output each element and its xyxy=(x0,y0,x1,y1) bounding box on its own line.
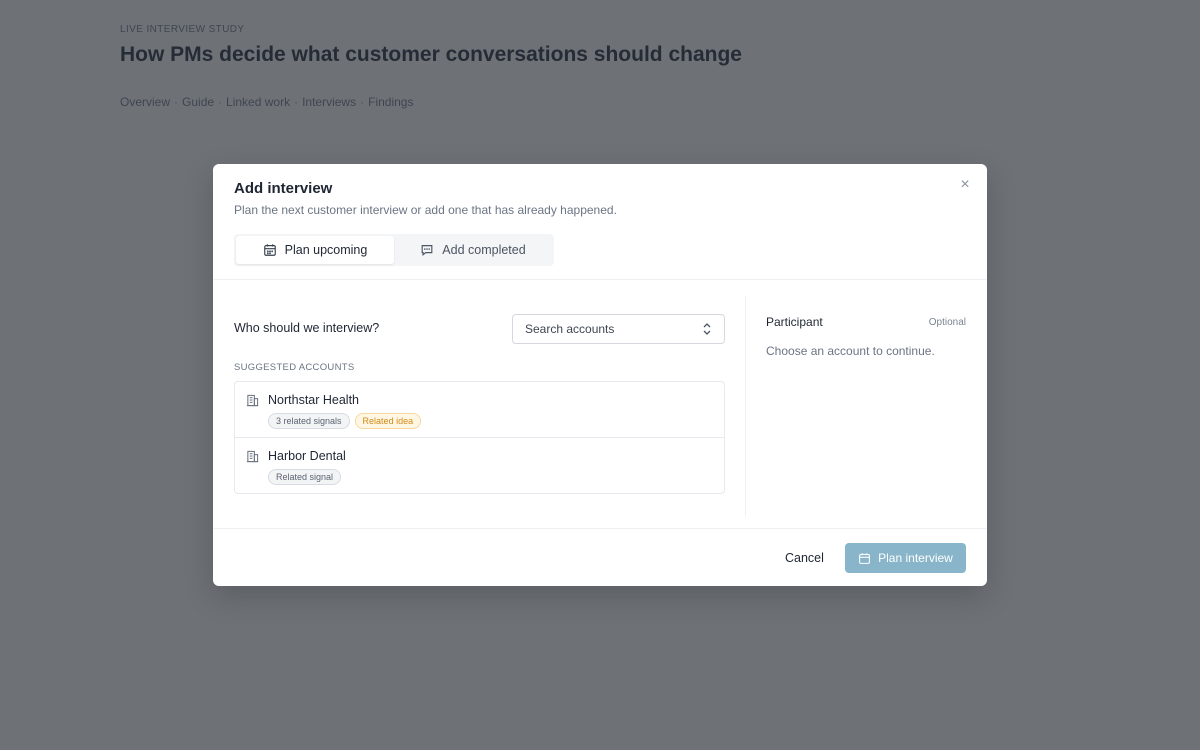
nav-item-linked-work[interactable]: Linked work xyxy=(226,95,290,109)
dialog-header: Add interview Plan the next customer int… xyxy=(213,164,987,280)
tab-label: Plan upcoming xyxy=(284,243,368,257)
cancel-button[interactable]: Cancel xyxy=(785,543,824,573)
search-accounts-select[interactable]: Search accounts xyxy=(512,314,725,344)
related-signal-badge: Related signal xyxy=(268,469,342,485)
nav-separator: · xyxy=(294,95,299,109)
account-item-harbor-dental[interactable]: Harbor Dental Related signal xyxy=(235,438,724,494)
nav-item-overview[interactable]: Overview xyxy=(120,95,170,109)
participant-hint: Choose an account to continue. xyxy=(766,344,935,358)
nav-separator: · xyxy=(218,95,223,109)
nav-item-interviews[interactable]: Interviews xyxy=(302,95,356,109)
study-nav: Overview · Guide · Linked work · Intervi… xyxy=(120,95,413,109)
chevron-up-down-icon xyxy=(703,323,711,335)
interview-question: Who should we interview? xyxy=(234,321,380,335)
account-badges: Related signal xyxy=(268,469,342,485)
account-picker: Who should we interview? Search accounts… xyxy=(234,281,725,516)
mode-tabs: Plan upcoming Add completed xyxy=(234,234,554,266)
account-item-northstar-health[interactable]: Northstar Health 3 related signals Relat… xyxy=(235,382,724,438)
plan-interview-button[interactable]: Plan interview xyxy=(845,543,966,573)
account-name: Northstar Health xyxy=(268,393,360,407)
close-icon[interactable]: × xyxy=(957,177,973,194)
study-title: How PMs decide what customer conversatio… xyxy=(120,43,742,66)
study-eyebrow: LIVE INTERVIEW STUDY xyxy=(120,24,245,35)
tab-label: Add completed xyxy=(442,243,526,257)
tab-plan-upcoming[interactable]: Plan upcoming xyxy=(236,236,394,264)
building-icon xyxy=(246,394,259,407)
suggested-accounts-label: SUGGESTED ACCOUNTS xyxy=(234,362,355,373)
search-placeholder: Search accounts xyxy=(525,322,615,336)
nav-separator: · xyxy=(360,95,365,109)
participant-label: Participant xyxy=(766,315,823,329)
building-icon xyxy=(246,450,259,463)
account-name: Harbor Dental xyxy=(268,449,346,463)
account-badges: 3 related signals Related idea xyxy=(268,413,422,429)
related-idea-badge: Related idea xyxy=(354,413,422,429)
dialog-footer: Cancel Plan interview xyxy=(213,528,987,586)
nav-item-guide[interactable]: Guide xyxy=(182,95,214,109)
dialog-body: Who should we interview? Search accounts… xyxy=(213,281,987,528)
dialog-subtitle: Plan the next customer interview or add … xyxy=(234,203,617,217)
participant-panel: Participant Optional Choose an account t… xyxy=(766,281,966,516)
tab-add-completed[interactable]: Add completed xyxy=(394,236,552,264)
nav-item-findings[interactable]: Findings xyxy=(368,95,413,109)
chat-icon xyxy=(421,245,433,257)
column-divider xyxy=(745,296,746,516)
related-signals-badge: 3 related signals xyxy=(268,413,350,429)
calendar-icon xyxy=(859,552,871,564)
calendar-icon xyxy=(263,244,276,256)
add-interview-dialog: Add interview Plan the next customer int… xyxy=(213,164,987,586)
dialog-title: Add interview xyxy=(234,180,333,197)
plan-interview-label: Plan interview xyxy=(878,551,953,565)
suggested-accounts-list: Northstar Health 3 related signals Relat… xyxy=(234,381,725,494)
nav-separator: · xyxy=(174,95,179,109)
optional-label: Optional xyxy=(928,317,966,328)
